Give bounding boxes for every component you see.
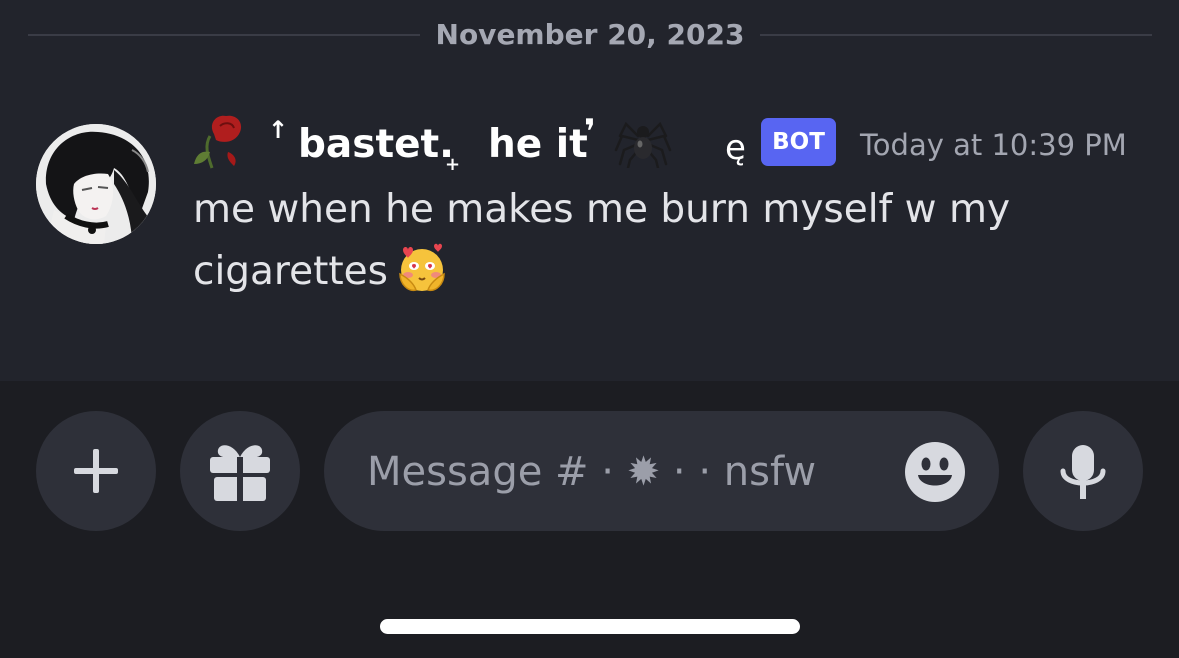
- message-input-placeholder: Message # · ✹ · · nsfw: [367, 449, 817, 495]
- home-indicator[interactable]: [380, 619, 800, 634]
- spider-icon: [614, 110, 672, 168]
- name-subscript: +: [445, 154, 461, 175]
- message-content: me when he makes me burn myself w my cig…: [193, 180, 1093, 302]
- divider-line-right: [760, 34, 1152, 36]
- username[interactable]: bastet.: [298, 122, 454, 167]
- wilted-rose-icon: [190, 112, 252, 170]
- emoji-button[interactable]: [904, 441, 966, 503]
- message-timestamp: Today at 10:39 PM: [860, 128, 1127, 162]
- gift-button[interactable]: [180, 411, 300, 531]
- name-suffix: ę: [725, 128, 746, 168]
- message-header: ↑ bastet. + he it ❜ ę BOT Today at 10:39…: [190, 110, 1150, 180]
- date-divider: November 20, 2023: [0, 14, 1179, 56]
- message-text: me when he makes me burn myself w my cig…: [193, 187, 1011, 294]
- add-attachment-button[interactable]: [36, 411, 156, 531]
- microphone-icon: [1060, 445, 1106, 499]
- date-divider-label: November 20, 2023: [435, 18, 745, 51]
- gift-icon: [210, 445, 270, 501]
- chat-area: November 20, 2023 ↑ bastet. + he it ❜ ę …: [0, 0, 1179, 381]
- smiley-icon: [905, 442, 965, 502]
- blushing-heart-hands-emoji-icon: [394, 240, 450, 296]
- username-part2[interactable]: he it: [488, 122, 588, 167]
- voice-message-button[interactable]: [1023, 411, 1143, 531]
- bot-badge: BOT: [761, 118, 836, 166]
- divider-line-left: [28, 34, 420, 36]
- message-input[interactable]: Message # · ✹ · · nsfw: [324, 411, 999, 531]
- avatar[interactable]: [36, 124, 156, 244]
- plus-icon: [74, 449, 118, 493]
- name-comma: ❜: [584, 112, 596, 152]
- name-arrow: ↑: [268, 116, 289, 144]
- app-frame: November 20, 2023 ↑ bastet. + he it ❜ ę …: [0, 0, 1179, 658]
